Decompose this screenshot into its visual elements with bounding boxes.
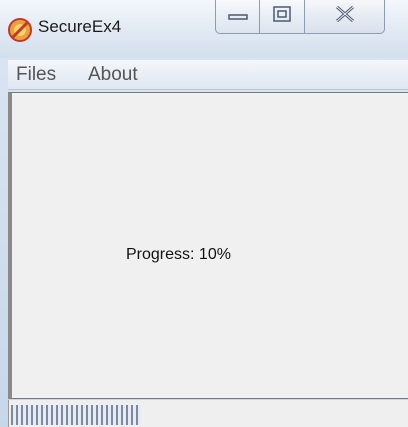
close-button[interactable] (305, 0, 385, 34)
caption-buttons (215, 0, 385, 34)
app-window: SecureEx4 Files About Progress: 10% (0, 0, 408, 427)
progress-bar (11, 405, 405, 425)
menu-item-files[interactable]: Files (16, 64, 56, 86)
minimize-icon (227, 8, 249, 26)
minimize-button[interactable] (215, 0, 260, 34)
maximize-button[interactable] (260, 0, 305, 34)
status-bar (8, 400, 408, 427)
content-panel: Progress: 10% (8, 92, 408, 399)
menu-item-about[interactable]: About (88, 64, 138, 86)
app-icon (8, 18, 32, 42)
progress-bar-fill (11, 405, 141, 425)
menu-bar: Files About (8, 60, 408, 90)
window-title: SecureEx4 (38, 17, 122, 36)
progress-label: Progress: 10% (126, 246, 231, 263)
close-icon (334, 5, 356, 28)
title-bar[interactable]: SecureEx4 (0, 0, 408, 58)
maximize-icon (272, 5, 292, 28)
